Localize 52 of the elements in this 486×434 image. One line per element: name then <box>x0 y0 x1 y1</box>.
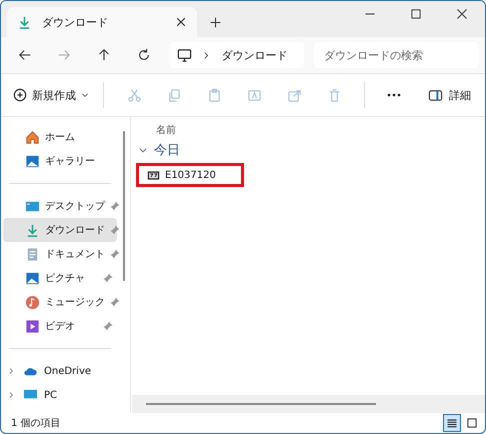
file-item[interactable]: E1037120 <box>136 163 244 187</box>
document-icon <box>25 246 40 262</box>
panel-icon <box>428 88 443 102</box>
pin-icon <box>110 225 119 235</box>
breadcrumb[interactable]: ダウンロード <box>221 48 288 62</box>
close-icon[interactable] <box>175 16 187 28</box>
group-header[interactable]: 今日 <box>132 141 485 159</box>
tab[interactable]: ダウンロード <box>7 7 197 37</box>
pin-icon <box>110 249 119 259</box>
scrollbar[interactable] <box>132 395 485 413</box>
tile-icon <box>466 417 478 429</box>
refresh-icon[interactable] <box>136 48 151 62</box>
sidebar-item[interactable]: ミュージック <box>3 290 117 314</box>
sidebar-item[interactable]: ホーム <box>3 125 117 149</box>
sidebar-item[interactable]: ピクチャ <box>3 266 117 290</box>
list-icon <box>446 417 458 429</box>
download-icon <box>17 14 32 30</box>
picture-icon <box>25 270 40 286</box>
gallery-icon <box>25 154 40 168</box>
column-header[interactable]: 名前 <box>156 125 176 136</box>
address-bar[interactable]: ダウンロード <box>169 42 304 68</box>
sidebar-item[interactable]: ビデオ <box>3 314 117 338</box>
pin-icon <box>103 321 113 331</box>
sidebar-item[interactable]: ドキュメント <box>3 242 117 266</box>
details-view-button[interactable] <box>443 414 461 432</box>
up-icon[interactable] <box>96 48 111 62</box>
sidebar-item[interactable]: デスクトップ <box>3 194 117 218</box>
search-field[interactable]: ダウンロードの検索 <box>314 42 480 68</box>
maximize-icon[interactable] <box>410 8 422 20</box>
pin-icon <box>103 273 113 283</box>
download-icon <box>25 222 40 238</box>
details-button[interactable]: 詳細 <box>424 84 475 106</box>
sidebar-item[interactable]: ダウンロード <box>3 218 117 242</box>
add-tab-icon[interactable] <box>208 16 222 28</box>
tree-item[interactable]: PC <box>1 383 119 407</box>
new-button[interactable]: 新規作成 <box>11 84 91 106</box>
video-icon <box>25 318 40 334</box>
plus-circle-icon <box>13 88 27 102</box>
back-icon[interactable] <box>18 48 32 62</box>
pin-icon <box>110 297 119 307</box>
caret-icon <box>81 91 89 99</box>
archive-icon <box>147 168 160 182</box>
collapsed-chevron-icon <box>7 391 15 399</box>
status-text: 1 個の項目 <box>11 417 61 430</box>
home-icon <box>25 130 40 144</box>
tree-item[interactable]: OneDrive <box>1 359 119 383</box>
sidebar-item[interactable]: ギャラリー <box>3 149 117 173</box>
monitor-icon <box>177 48 192 62</box>
pin-icon <box>110 201 119 211</box>
close-icon[interactable] <box>456 8 468 20</box>
music-icon <box>25 294 40 310</box>
collapsed-chevron-icon <box>7 367 15 375</box>
